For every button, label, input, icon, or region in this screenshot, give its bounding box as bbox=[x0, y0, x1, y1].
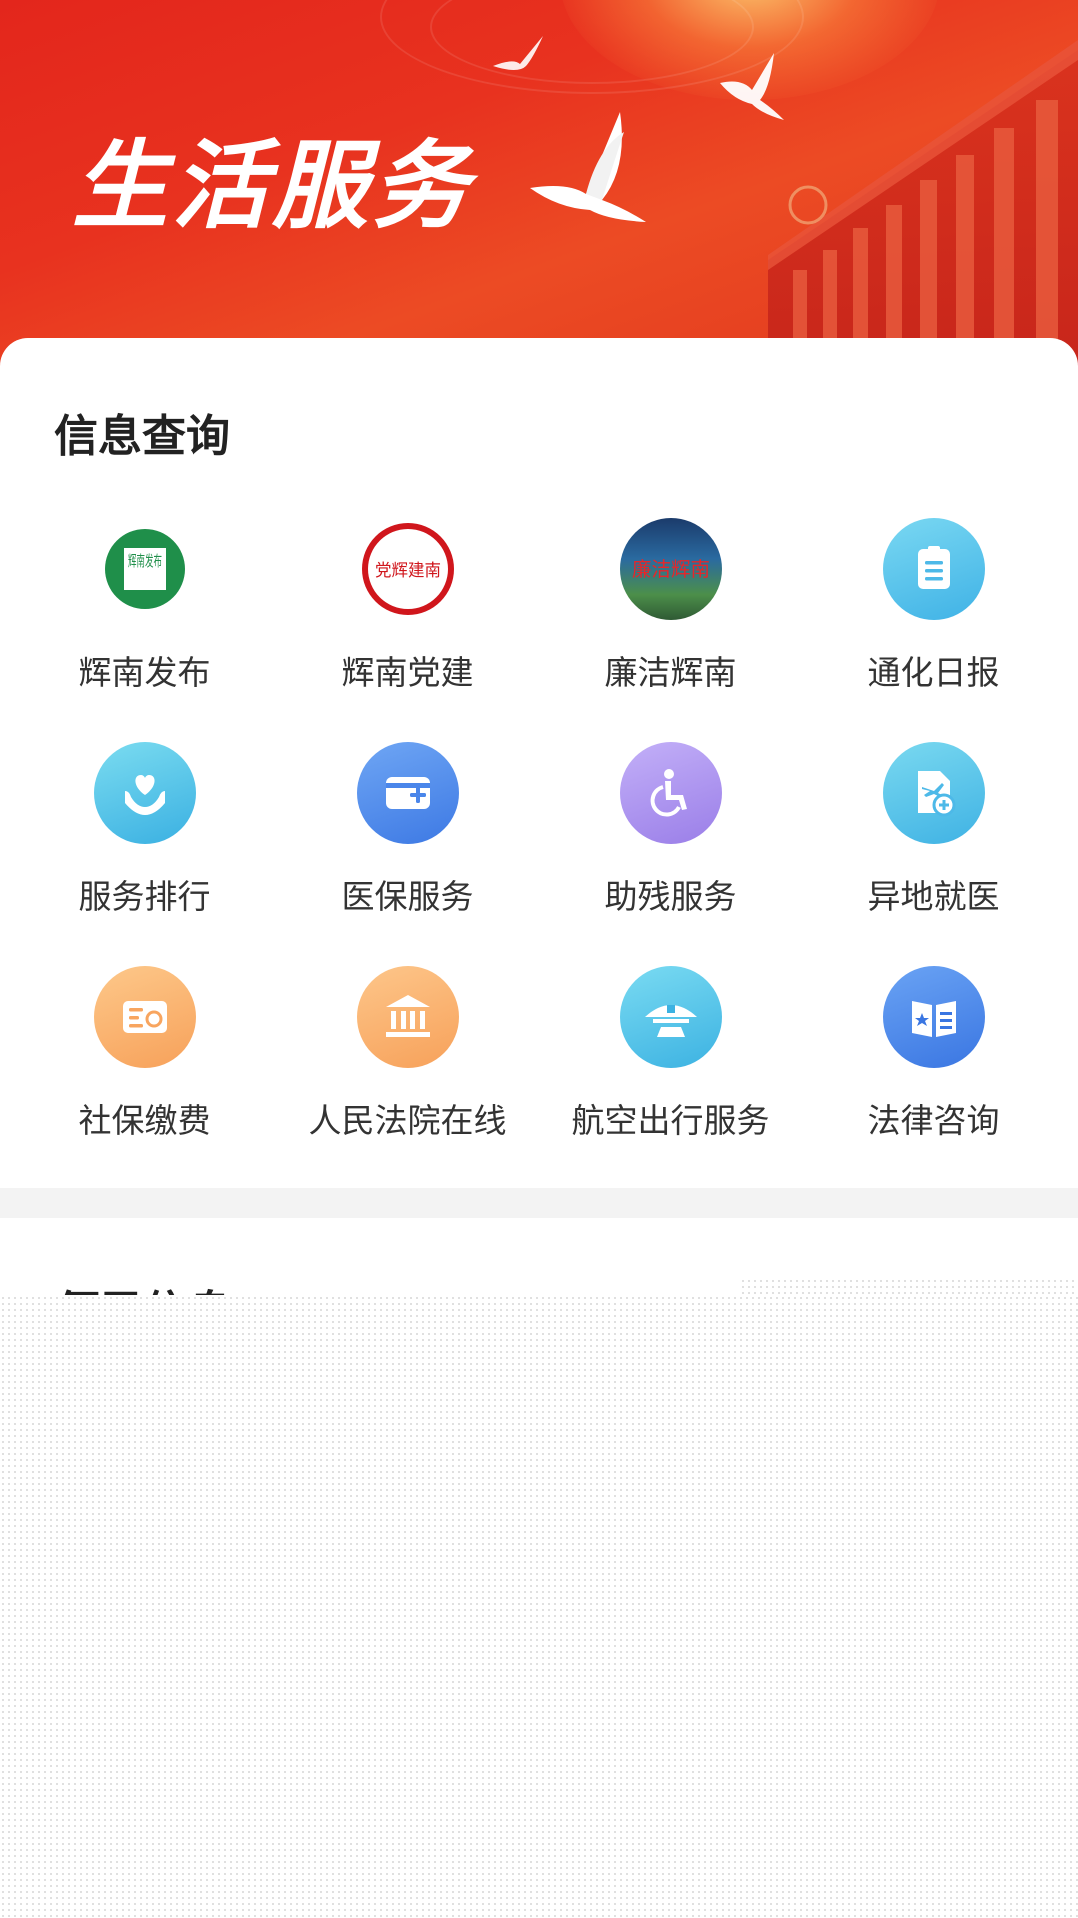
clipboard-icon bbox=[882, 518, 985, 620]
info-query-card: 信息查询 辉南发布 辉南发布 党辉建南 辉南党建 廉洁辉南 廉洁辉南 通化日报 … bbox=[0, 338, 1078, 1188]
service-label: 廉洁辉南 bbox=[604, 653, 737, 692]
service-label: 助残服务 bbox=[604, 877, 737, 916]
heart-hands-icon bbox=[93, 742, 196, 844]
service-item-remote-medical[interactable]: 异地就医 bbox=[802, 742, 1065, 966]
section-divider bbox=[0, 1188, 1078, 1218]
id-card-icon bbox=[93, 966, 196, 1068]
service-item-service-ranking[interactable]: 服务排行 bbox=[13, 742, 276, 966]
service-label: 航空出行服务 bbox=[571, 1101, 770, 1140]
service-item-medical-insurance[interactable]: 医保服务 bbox=[276, 742, 539, 966]
service-label: 法律咨询 bbox=[867, 1101, 1000, 1140]
wheelchair-icon bbox=[619, 742, 722, 844]
service-item-tonghua-daily[interactable]: 通化日报 bbox=[802, 518, 1065, 742]
service-label: 医保服务 bbox=[341, 877, 474, 916]
service-item-disability-assistance[interactable]: 助残服务 bbox=[539, 742, 802, 966]
dove-icon bbox=[493, 36, 543, 70]
dove-icon bbox=[720, 53, 784, 120]
service-label: 通化日报 bbox=[867, 653, 1000, 692]
service-item-peoples-court-online[interactable]: 人民法院在线 bbox=[276, 966, 539, 1190]
logo-text: 廉洁辉南 bbox=[632, 557, 710, 581]
service-label: 辉南党建 bbox=[341, 653, 474, 692]
page-title: 生活服务 bbox=[72, 130, 472, 242]
law-book-icon bbox=[882, 966, 985, 1068]
service-item-social-security-payment[interactable]: 社保缴费 bbox=[13, 966, 276, 1190]
service-label: 辉南发布 bbox=[78, 653, 211, 692]
seal-text: 党辉建南 bbox=[375, 561, 441, 581]
plane-medical-doc-icon bbox=[882, 742, 985, 844]
loading-placeholder bbox=[0, 1295, 1078, 1918]
service-item-clean-huinan[interactable]: 廉洁辉南 廉洁辉南 bbox=[539, 518, 802, 742]
service-item-huinan-release[interactable]: 辉南发布 辉南发布 bbox=[13, 518, 276, 742]
wallet-plus-icon bbox=[356, 742, 459, 844]
service-label: 社保缴费 bbox=[78, 1101, 211, 1140]
section-title: 信息查询 bbox=[54, 411, 230, 462]
huinan-party-building-seal-icon: 党辉建南 bbox=[356, 518, 459, 620]
service-grid: 辉南发布 辉南发布 党辉建南 辉南党建 廉洁辉南 廉洁辉南 通化日报 服务排行 … bbox=[0, 518, 1078, 1190]
service-item-air-travel-service[interactable]: 航空出行服务 bbox=[539, 966, 802, 1190]
airport-icon bbox=[619, 966, 722, 1068]
service-item-huinan-party-building[interactable]: 党辉建南 辉南党建 bbox=[276, 518, 539, 742]
service-label: 服务排行 bbox=[78, 877, 211, 916]
header-banner: 生活服务 bbox=[0, 0, 1078, 380]
clean-huinan-icon: 廉洁辉南 bbox=[619, 518, 722, 620]
seal-text: 辉南发布 bbox=[128, 552, 162, 570]
huinan-release-seal-icon: 辉南发布 bbox=[93, 518, 196, 620]
courthouse-icon bbox=[356, 966, 459, 1068]
service-label: 人民法院在线 bbox=[308, 1101, 507, 1140]
service-item-legal-consultation[interactable]: 法律咨询 bbox=[802, 966, 1065, 1190]
dove-icon bbox=[530, 112, 646, 222]
service-label: 异地就医 bbox=[867, 877, 1000, 916]
